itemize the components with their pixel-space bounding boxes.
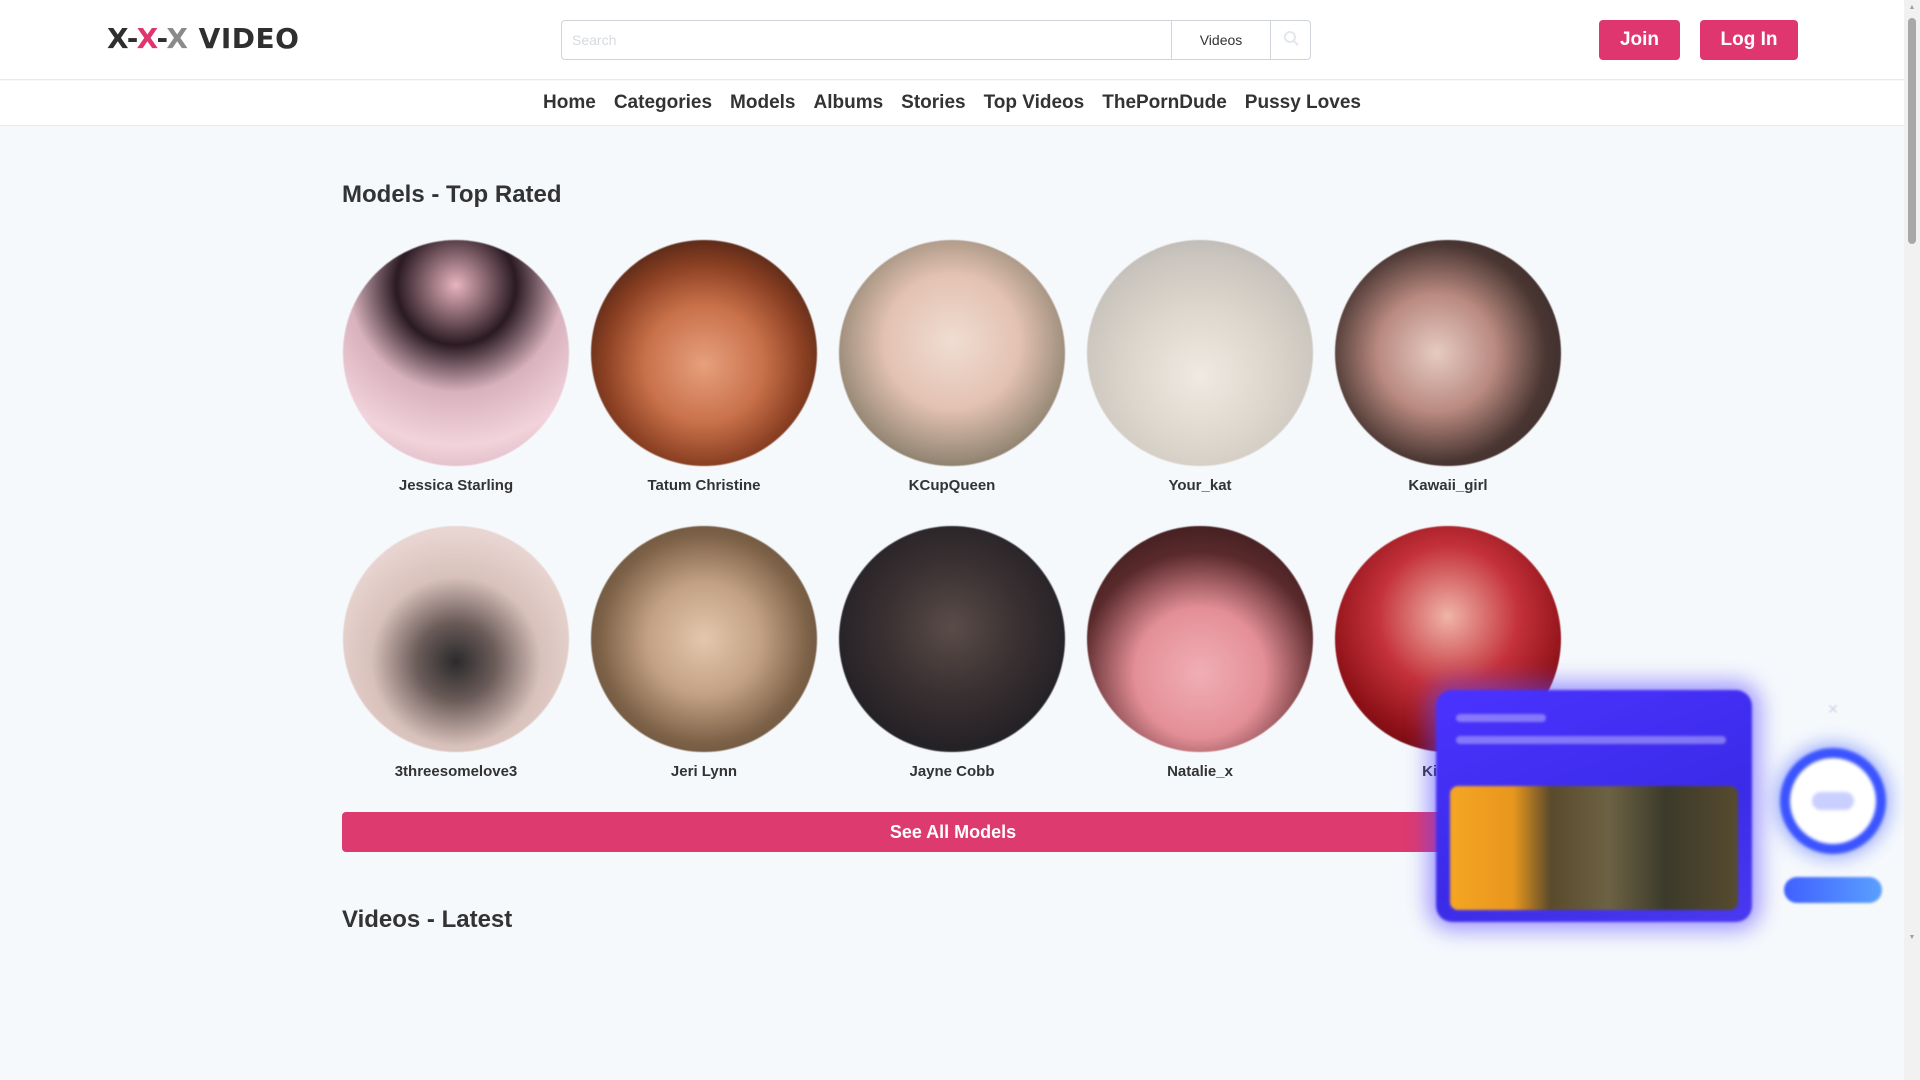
model-avatar[interactable] [591,526,817,752]
search-button[interactable] [1270,21,1310,59]
nav-item-home[interactable]: Home [543,92,596,114]
model-name[interactable]: Kawaii_girl [1334,477,1562,494]
popup-ad-card[interactable] [1436,690,1752,922]
models-section-title: Models - Top Rated [342,181,562,208]
logo-part-1: X- [107,22,137,55]
nav-item-albums[interactable]: Albums [813,92,883,114]
model-card[interactable]: Tatum Christine [590,240,818,494]
model-avatar[interactable] [839,240,1065,466]
model-card[interactable]: 3threesomelove3 [342,526,570,780]
model-avatar[interactable] [1335,240,1561,466]
model-name[interactable]: Jayne Cobb [838,763,1066,780]
logo-part-4: X [166,22,189,55]
model-name[interactable]: KCupQueen [838,477,1066,494]
model-card[interactable]: Jayne Cobb [838,526,1066,780]
site-header: X-X-X VIDEO Videos Join Log In [0,0,1904,80]
scroll-down-icon[interactable]: ▼ [1908,934,1916,942]
scrollbar-thumb[interactable] [1908,18,1916,244]
ad-pill-button[interactable] [1784,877,1882,903]
ad-text-line [1456,736,1726,744]
page-scrollbar[interactable]: ▲ ▼ [1904,0,1920,1080]
nav-item-theporndude[interactable]: ThePornDude [1102,92,1227,114]
model-card[interactable]: Jeri Lynn [590,526,818,780]
nav-item-pussy-loves[interactable]: Pussy Loves [1245,92,1361,114]
model-name[interactable]: 3threesomelove3 [342,763,570,780]
login-button[interactable]: Log In [1700,20,1798,60]
scroll-up-icon[interactable]: ▲ [1908,4,1916,12]
model-name[interactable]: Natalie_x [1086,763,1314,780]
nav-item-top-videos[interactable]: Top Videos [984,92,1085,114]
main-nav: Home Categories Models Albums Stories To… [0,81,1904,126]
model-card[interactable]: Jessica Starling [342,240,570,494]
search-icon [1283,30,1299,51]
ad-thumbnail[interactable] [1450,786,1738,910]
logo-part-2: X [136,22,157,55]
search-bar: Videos [561,20,1311,60]
model-avatar[interactable] [343,240,569,466]
model-avatar[interactable] [591,240,817,466]
chat-bubble-icon[interactable] [1780,748,1886,854]
nav-item-stories[interactable]: Stories [901,92,965,114]
nav-item-models[interactable]: Models [730,92,795,114]
model-name[interactable]: Your_kat [1086,477,1314,494]
videos-section-title: Videos - Latest [342,906,513,933]
model-card[interactable]: Your_kat [1086,240,1314,494]
see-all-models-button[interactable]: See All Models [342,812,1564,852]
close-icon[interactable]: ✕ [1826,702,1840,716]
model-card[interactable]: KCupQueen [838,240,1066,494]
logo-part-3: - [156,22,167,55]
model-card[interactable]: Natalie_x [1086,526,1314,780]
model-avatar[interactable] [343,526,569,752]
model-card[interactable]: Kawaii_girl [1334,240,1562,494]
model-name[interactable]: Tatum Christine [590,477,818,494]
ad-text-line [1456,714,1546,722]
join-button[interactable]: Join [1599,20,1680,60]
logo-part-5: VIDEO [188,22,300,55]
model-name[interactable]: Jeri Lynn [590,763,818,780]
nav-item-categories[interactable]: Categories [614,92,712,114]
search-type-select[interactable]: Videos [1171,21,1270,59]
search-input[interactable] [562,21,1171,59]
site-logo[interactable]: X-X-X VIDEO [107,22,299,55]
model-avatar[interactable] [839,526,1065,752]
model-avatar[interactable] [1087,240,1313,466]
model-avatar[interactable] [1087,526,1313,752]
model-name[interactable]: Jessica Starling [342,477,570,494]
